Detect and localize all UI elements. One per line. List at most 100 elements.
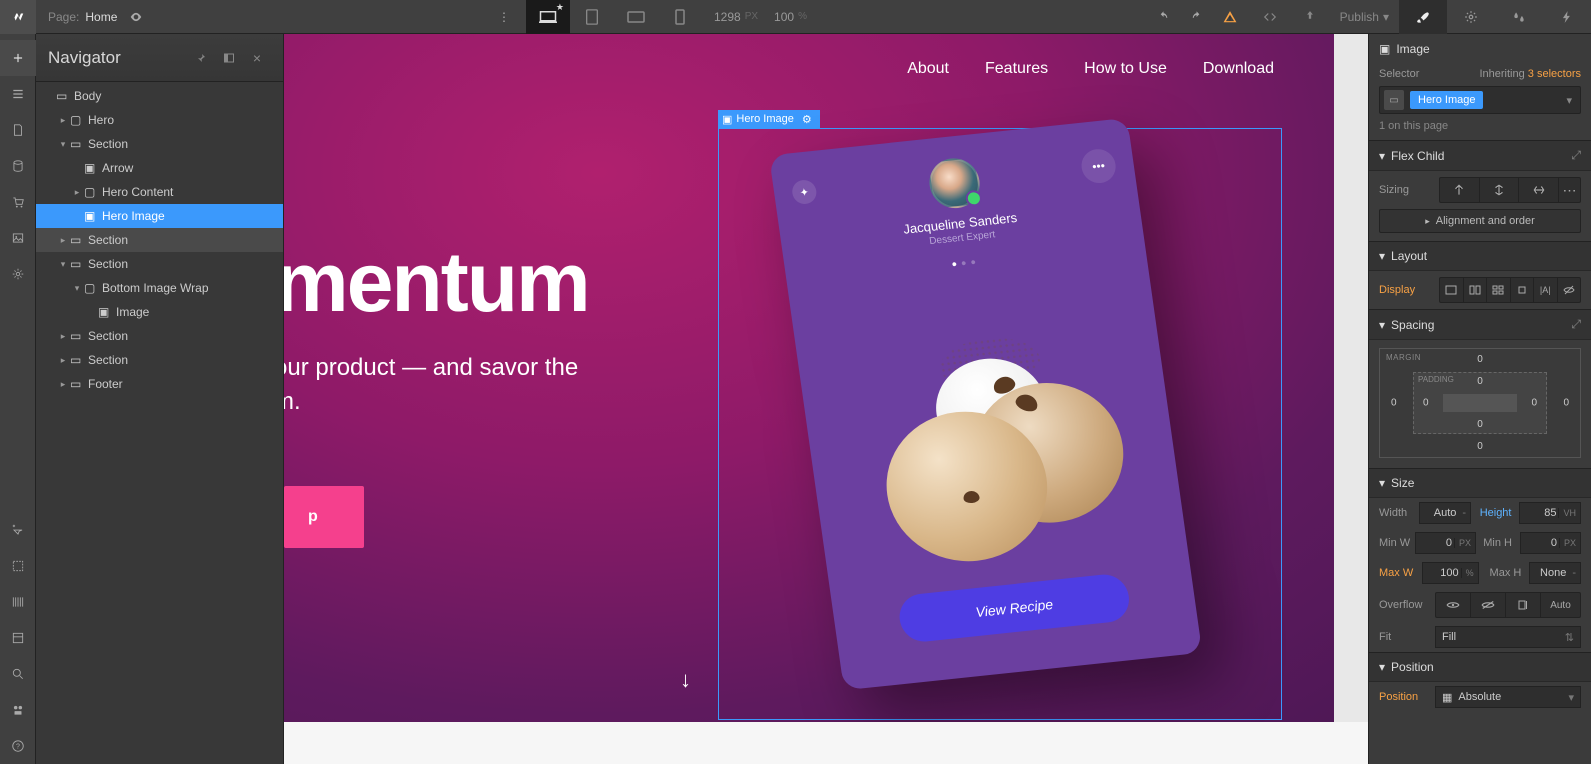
expand-icon[interactable]: ⤢ bbox=[1571, 317, 1581, 332]
display-inline-block[interactable] bbox=[1510, 278, 1534, 302]
tree-footer[interactable]: ▸▭Footer bbox=[36, 372, 283, 396]
margin-top[interactable]: 0 bbox=[1477, 354, 1483, 365]
canvas-page[interactable]: About Features How to Use Download mentu… bbox=[284, 34, 1334, 729]
sizing-more[interactable]: ⋯ bbox=[1558, 178, 1580, 202]
add-element-button[interactable] bbox=[0, 40, 36, 76]
section-layout[interactable]: ▾Layout bbox=[1369, 241, 1591, 271]
tree-body[interactable]: ▭Body bbox=[36, 84, 283, 108]
display-block[interactable] bbox=[1440, 278, 1463, 302]
tree-hero-image[interactable]: ▣Hero Image bbox=[36, 204, 283, 228]
page-name[interactable]: Home bbox=[85, 10, 117, 24]
margin-right[interactable]: 0 bbox=[1563, 398, 1569, 409]
canvas-width-value[interactable]: 1298 bbox=[714, 10, 741, 24]
help-button[interactable]: ? bbox=[0, 728, 36, 764]
device-tablet[interactable] bbox=[570, 0, 614, 34]
navigator-toggle[interactable] bbox=[0, 76, 36, 112]
spacing-editor[interactable]: MARGIN PADDING 0 0 0 0 0 0 0 0 bbox=[1379, 348, 1581, 458]
navigator-dock[interactable] bbox=[215, 44, 243, 72]
more-menu[interactable]: ⋮ bbox=[482, 0, 526, 34]
settings-button[interactable] bbox=[0, 256, 36, 292]
nav-how[interactable]: How to Use bbox=[1084, 60, 1167, 78]
section-position[interactable]: ▾Position bbox=[1369, 652, 1591, 682]
canvas-viewport[interactable]: About Features How to Use Download mentu… bbox=[284, 34, 1368, 764]
guides-tool[interactable] bbox=[0, 584, 36, 620]
section-flex-child[interactable]: ▾Flex Child⤢ bbox=[1369, 140, 1591, 171]
hero-subline-1[interactable]: our product — and savor the bbox=[284, 354, 578, 381]
overflow-visible[interactable] bbox=[1436, 593, 1470, 617]
minw-input[interactable]: PX bbox=[1415, 532, 1476, 554]
tree-hero-content[interactable]: ▸▢Hero Content bbox=[36, 180, 283, 204]
hero-image-element[interactable]: ✦ ••• Jacqueline Sanders Dessert Expert … bbox=[714, 112, 1260, 716]
device-desktop[interactable]: ★ bbox=[526, 0, 570, 34]
tree-section-4[interactable]: ▸▭Section bbox=[36, 324, 283, 348]
display-flex[interactable] bbox=[1463, 278, 1487, 302]
tree-arrow[interactable]: ▣Arrow bbox=[36, 156, 283, 180]
nav-features[interactable]: Features bbox=[985, 60, 1048, 78]
assets-button[interactable] bbox=[0, 220, 36, 256]
tree-hero[interactable]: ▸▢Hero bbox=[36, 108, 283, 132]
zoom-value[interactable]: 100 bbox=[774, 10, 794, 24]
sizing-shrink[interactable] bbox=[1440, 178, 1479, 202]
nav-about[interactable]: About bbox=[907, 60, 949, 78]
settings-tab[interactable] bbox=[1447, 0, 1495, 34]
sizing-grow[interactable] bbox=[1479, 178, 1519, 202]
device-landscape[interactable] bbox=[614, 0, 658, 34]
overflow-hidden[interactable] bbox=[1470, 593, 1505, 617]
tree-section-1[interactable]: ▾▭Section bbox=[36, 132, 283, 156]
padding-right[interactable]: 0 bbox=[1531, 398, 1537, 409]
sizing-none[interactable] bbox=[1518, 178, 1558, 202]
xray-tool[interactable] bbox=[0, 548, 36, 584]
expand-icon[interactable]: ⤢ bbox=[1571, 148, 1581, 163]
align-order-button[interactable]: ▸ Alignment and order bbox=[1379, 209, 1581, 233]
inheriting-link[interactable]: Inheriting 3 selectors bbox=[1479, 68, 1581, 80]
nav-download[interactable]: Download bbox=[1203, 60, 1274, 78]
style-manager-tab[interactable] bbox=[1495, 0, 1543, 34]
tree-section-3[interactable]: ▾▭Section bbox=[36, 252, 283, 276]
hero-cta-button[interactable]: p bbox=[284, 486, 364, 548]
webflow-logo[interactable] bbox=[0, 0, 36, 34]
undo-button[interactable] bbox=[1144, 0, 1184, 34]
display-grid[interactable] bbox=[1486, 278, 1510, 302]
search-tool[interactable] bbox=[0, 656, 36, 692]
hero-headline[interactable]: mentum bbox=[284, 234, 589, 331]
navigator-pin[interactable] bbox=[187, 44, 215, 72]
padding-bottom[interactable]: 0 bbox=[1477, 419, 1483, 430]
ecommerce-button[interactable] bbox=[0, 184, 36, 220]
overflow-scroll[interactable] bbox=[1505, 593, 1540, 617]
grid-tool[interactable] bbox=[0, 620, 36, 656]
overflow-auto[interactable]: Auto bbox=[1540, 593, 1580, 617]
audit-button[interactable] bbox=[1210, 0, 1250, 34]
maxh-input[interactable]: - bbox=[1529, 562, 1581, 584]
tree-image[interactable]: ▣Image bbox=[36, 300, 283, 324]
selection-settings[interactable]: ⚙ bbox=[798, 113, 816, 126]
scroll-arrow[interactable]: ↓ bbox=[680, 667, 691, 693]
position-select[interactable]: ▦ Absolute ▾ bbox=[1435, 686, 1581, 708]
selector-tag[interactable]: Hero Image bbox=[1410, 91, 1483, 109]
maxw-input[interactable]: % bbox=[1422, 562, 1479, 584]
audit-tool[interactable] bbox=[0, 512, 36, 548]
selector-state-icon[interactable]: ▭ bbox=[1384, 90, 1404, 110]
export-code[interactable] bbox=[1250, 0, 1290, 34]
height-input[interactable]: VH bbox=[1519, 502, 1581, 524]
interactions-tab[interactable] bbox=[1543, 0, 1591, 34]
width-input[interactable]: - bbox=[1419, 502, 1471, 524]
minh-input[interactable]: PX bbox=[1520, 532, 1581, 554]
share-button[interactable] bbox=[1290, 0, 1330, 34]
padding-top[interactable]: 0 bbox=[1477, 376, 1483, 387]
selector-field[interactable]: ▭ Hero Image ▾ bbox=[1379, 86, 1581, 114]
selector-dropdown[interactable]: ▾ bbox=[1562, 94, 1576, 107]
selection-label[interactable]: ▣ Hero Image ⚙ bbox=[718, 110, 820, 128]
padding-left[interactable]: 0 bbox=[1423, 398, 1429, 409]
navigator-close[interactable]: × bbox=[243, 44, 271, 72]
section-spacing[interactable]: ▾Spacing⤢ bbox=[1369, 309, 1591, 340]
style-tab[interactable] bbox=[1399, 0, 1447, 34]
tree-section-2[interactable]: ▸▭Section bbox=[36, 228, 283, 252]
margin-left[interactable]: 0 bbox=[1391, 398, 1397, 409]
pages-button[interactable] bbox=[0, 112, 36, 148]
fit-select[interactable]: Fill⇅ bbox=[1435, 626, 1581, 648]
device-mobile[interactable] bbox=[658, 0, 702, 34]
margin-bottom[interactable]: 0 bbox=[1477, 441, 1483, 452]
publish-dropdown[interactable]: Publish ▾ bbox=[1330, 10, 1399, 24]
display-none[interactable] bbox=[1557, 278, 1581, 302]
cms-button[interactable] bbox=[0, 148, 36, 184]
